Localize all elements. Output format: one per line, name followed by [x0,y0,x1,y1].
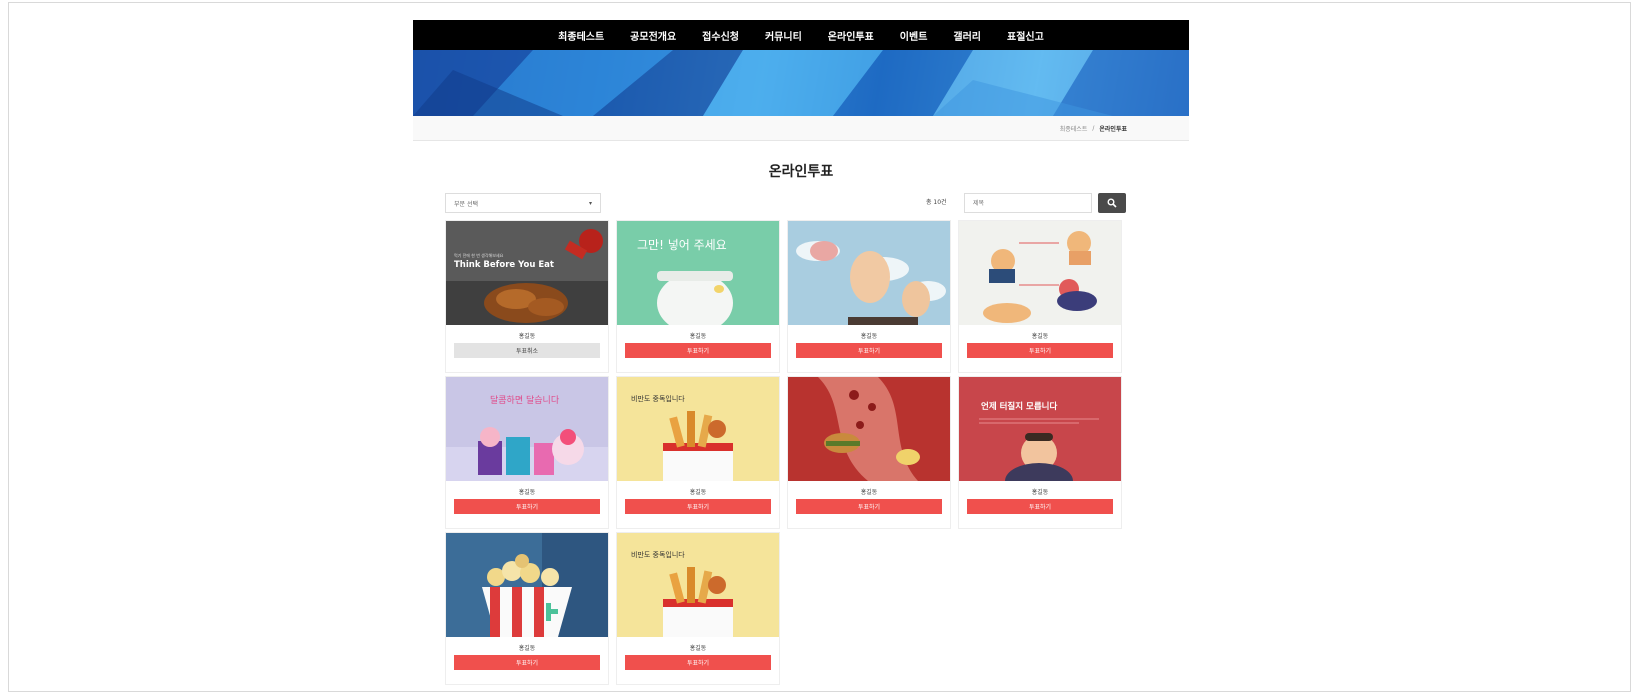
vote-card: 홍길동 투표하기 [445,532,609,685]
nav-item-apply[interactable]: 접수신청 [689,28,752,43]
breadcrumb-home[interactable]: 최종테스트 [1060,124,1088,133]
vote-button[interactable]: 투표하기 [796,499,942,514]
vote-card: 홍길동 투표하기 [787,376,951,529]
card-author: 홍길동 [860,333,878,340]
page-title: 온라인투표 [768,164,834,180]
vote-card: 먹기 전에 한 번 생각해보세요 Think Before You Eat 홍길… [445,220,609,373]
header-banner [413,50,1189,116]
svg-text:비만도 중독입니다: 비만도 중독입니다 [631,550,685,559]
nav-item-event[interactable]: 이벤트 [887,28,941,43]
vote-card: 그만! 넣어 주세요 홍길동 투표하기 [616,220,780,373]
svg-text:그만! 넣어 주세요: 그만! 넣어 주세요 [637,238,727,252]
card-author: 홍길동 [1031,333,1049,340]
nav-item-overview[interactable]: 공모전개요 [617,28,689,43]
card-image[interactable] [788,377,950,481]
card-image[interactable]: 먹기 전에 한 번 생각해보세요 Think Before You Eat [446,221,608,325]
svg-text:먹기 전에 한 번 생각해보세요: 먹기 전에 한 번 생각해보세요 [454,252,504,258]
card-image[interactable]: 비만도 중독입니다 [617,377,779,481]
card-image[interactable] [959,221,1121,325]
svg-text:언제 터질지 모릅니다: 언제 터질지 모릅니다 [981,401,1057,412]
nav-item-gallery[interactable]: 갤러리 [940,28,994,43]
site-container: 최종테스트 공모전개요 접수신청 커뮤니티 온라인투표 이벤트 갤러리 표절신고… [413,20,1189,217]
card-author: 홍길동 [518,645,536,652]
search-input[interactable] [964,193,1092,213]
vote-card: 비만도 중독입니다 홍길동 투표하기 [616,376,780,529]
card-image[interactable]: 언제 터질지 모릅니다 [959,377,1121,481]
vote-card: 비만도 중독입니다 홍길동 투표하기 [616,532,780,685]
vote-button[interactable]: 투표하기 [454,499,600,514]
card-image[interactable]: 비만도 중독입니다 [617,533,779,637]
category-select-value: 부문 선택 [454,200,478,208]
svg-text:비만도 중독입니다: 비만도 중독입니다 [631,394,685,403]
nav-item-community[interactable]: 커뮤니티 [752,28,815,43]
vote-button[interactable]: 투표하기 [967,499,1113,514]
cancel-vote-button[interactable]: 투표취소 [454,343,600,358]
vote-button[interactable]: 투표하기 [625,655,771,670]
chevron-down-icon: ▾ [588,200,592,207]
filter-toolbar: 부문 선택 ▾ 총 10건 [413,193,1189,217]
card-author: 홍길동 [518,489,536,496]
vote-button[interactable]: 투표하기 [454,655,600,670]
card-author: 홍길동 [689,489,707,496]
card-image[interactable]: 달콤하면 달습니다 [446,377,608,481]
svg-text:달콤하면 달습니다: 달콤하면 달습니다 [490,394,560,406]
search-button[interactable] [1098,193,1126,213]
vote-button[interactable]: 투표하기 [625,343,771,358]
card-image[interactable] [446,533,608,637]
vote-card: 홍길동 투표하기 [787,220,951,373]
vote-card: 홍길동 투표하기 [958,220,1122,373]
vote-card: 언제 터질지 모릅니다 홍길동 투표하기 [958,376,1122,529]
card-author: 홍길동 [518,333,536,340]
nav-item-online-vote[interactable]: 온라인투표 [815,28,887,43]
card-author: 홍길동 [860,489,878,496]
card-image[interactable] [788,221,950,325]
card-image[interactable]: 그만! 넣어 주세요 [617,221,779,325]
breadcrumb: 최종테스트 / 온라인투표 [413,116,1189,141]
vote-button[interactable]: 투표하기 [625,499,771,514]
svg-text:Think Before You Eat: Think Before You Eat [454,260,554,270]
breadcrumb-current: 온라인투표 [1099,125,1127,133]
nav-item-plagiarism-report[interactable]: 표절신고 [994,28,1057,43]
card-author: 홍길동 [689,333,707,340]
search-icon [1107,198,1117,208]
vote-button[interactable]: 투표하기 [967,343,1113,358]
vote-card: 달콤하면 달습니다 홍길동 투표하기 [445,376,609,529]
category-select[interactable]: 부문 선택 ▾ [445,193,601,213]
banner-pattern [413,50,1189,116]
nav-item-final-test[interactable]: 최종테스트 [545,28,617,43]
top-navigation: 최종테스트 공모전개요 접수신청 커뮤니티 온라인투표 이벤트 갤러리 표절신고 [413,20,1189,50]
card-author: 홍길동 [1031,489,1049,496]
card-author: 홍길동 [689,645,707,652]
vote-button[interactable]: 투표하기 [796,343,942,358]
total-count: 총 10건 [926,199,947,206]
breadcrumb-separator: / [1092,124,1095,132]
